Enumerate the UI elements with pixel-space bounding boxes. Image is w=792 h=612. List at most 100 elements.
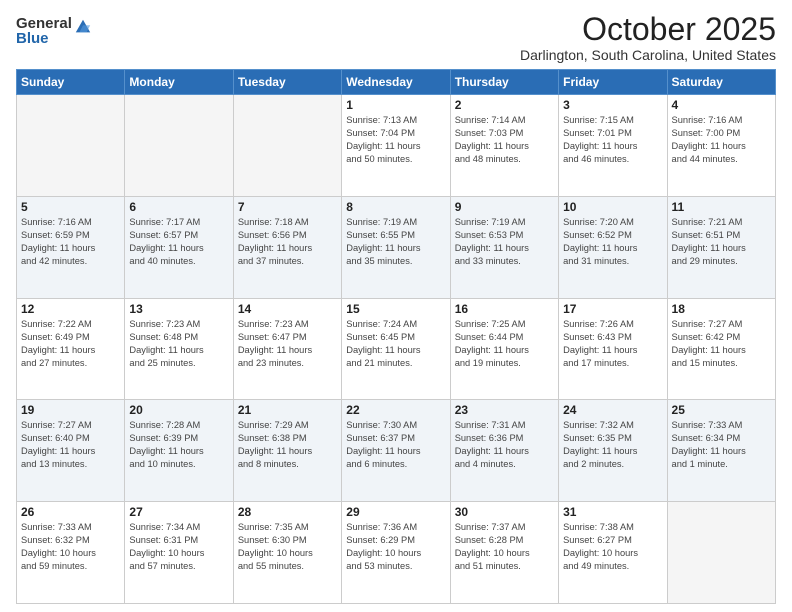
logo: General Blue [16, 16, 92, 46]
calendar-cell [667, 502, 775, 604]
col-monday: Monday [125, 70, 233, 95]
day-info: Sunrise: 7:25 AM Sunset: 6:44 PM Dayligh… [455, 318, 554, 370]
calendar-cell: 12 Sunrise: 7:22 AM Sunset: 6:49 PM Dayli… [17, 298, 125, 400]
day-number: 8 [346, 200, 445, 214]
day-number: 24 [563, 403, 662, 417]
day-number: 2 [455, 98, 554, 112]
calendar-cell: 24 Sunrise: 7:32 AM Sunset: 6:35 PM Dayli… [559, 400, 667, 502]
calendar-header-row: Sunday Monday Tuesday Wednesday Thursday… [17, 70, 776, 95]
calendar-cell: 26Sunrise: 7:33 AM Sunset: 6:32 PM Dayli… [17, 502, 125, 604]
day-number: 27 [129, 505, 228, 519]
col-friday: Friday [559, 70, 667, 95]
day-info: Sunrise: 7:26 AM Sunset: 6:43 PM Dayligh… [563, 318, 662, 370]
day-number: 23 [455, 403, 554, 417]
day-number: 4 [672, 98, 771, 112]
day-number: 3 [563, 98, 662, 112]
calendar-cell: 17Sunrise: 7:26 AM Sunset: 6:43 PM Dayli… [559, 298, 667, 400]
day-info: Sunrise: 7:23 AM Sunset: 6:47 PM Dayligh… [238, 318, 337, 370]
calendar-table: Sunday Monday Tuesday Wednesday Thursday… [16, 69, 776, 604]
day-number: 13 [129, 302, 228, 316]
calendar-cell: 2 Sunrise: 7:14 AM Sunset: 7:03 PM Daylig… [450, 95, 558, 197]
col-thursday: Thursday [450, 70, 558, 95]
col-sunday: Sunday [17, 70, 125, 95]
col-wednesday: Wednesday [342, 70, 450, 95]
day-info: Sunrise: 7:36 AM Sunset: 6:29 PM Dayligh… [346, 521, 445, 573]
header: General Blue October 2025 Darlington, So… [16, 12, 776, 63]
day-info: Sunrise: 7:18 AM Sunset: 6:56 PM Dayligh… [238, 216, 337, 268]
calendar-cell: 30 Sunrise: 7:37 AM Sunset: 6:28 PM Dayli… [450, 502, 558, 604]
title-block: October 2025 Darlington, South Carolina,… [520, 12, 776, 63]
day-number: 15 [346, 302, 445, 316]
calendar-cell: 31 Sunrise: 7:38 AM Sunset: 6:27 PM Dayli… [559, 502, 667, 604]
calendar-cell: 14 Sunrise: 7:23 AM Sunset: 6:47 PM Dayli… [233, 298, 341, 400]
calendar-week-4: 26Sunrise: 7:33 AM Sunset: 6:32 PM Dayli… [17, 502, 776, 604]
day-number: 26 [21, 505, 120, 519]
logo-text: General Blue [16, 16, 72, 46]
day-number: 14 [238, 302, 337, 316]
day-number: 1 [346, 98, 445, 112]
day-number: 16 [455, 302, 554, 316]
day-info: Sunrise: 7:17 AM Sunset: 6:57 PM Dayligh… [129, 216, 228, 268]
day-info: Sunrise: 7:21 AM Sunset: 6:51 PM Dayligh… [672, 216, 771, 268]
calendar-cell: 19Sunrise: 7:27 AM Sunset: 6:40 PM Dayli… [17, 400, 125, 502]
day-number: 18 [672, 302, 771, 316]
day-info: Sunrise: 7:19 AM Sunset: 6:55 PM Dayligh… [346, 216, 445, 268]
day-info: Sunrise: 7:38 AM Sunset: 6:27 PM Dayligh… [563, 521, 662, 573]
day-info: Sunrise: 7:35 AM Sunset: 6:30 PM Dayligh… [238, 521, 337, 573]
day-number: 11 [672, 200, 771, 214]
day-info: Sunrise: 7:33 AM Sunset: 6:34 PM Dayligh… [672, 419, 771, 471]
day-number: 28 [238, 505, 337, 519]
day-number: 31 [563, 505, 662, 519]
calendar-cell: 1 Sunrise: 7:13 AM Sunset: 7:04 PM Daylig… [342, 95, 450, 197]
calendar-cell: 29Sunrise: 7:36 AM Sunset: 6:29 PM Dayli… [342, 502, 450, 604]
calendar-week-0: 1 Sunrise: 7:13 AM Sunset: 7:04 PM Daylig… [17, 95, 776, 197]
calendar-week-3: 19Sunrise: 7:27 AM Sunset: 6:40 PM Dayli… [17, 400, 776, 502]
day-number: 30 [455, 505, 554, 519]
col-tuesday: Tuesday [233, 70, 341, 95]
calendar-cell: 25 Sunrise: 7:33 AM Sunset: 6:34 PM Dayli… [667, 400, 775, 502]
logo-general: General [16, 16, 72, 31]
day-info: Sunrise: 7:16 AM Sunset: 6:59 PM Dayligh… [21, 216, 120, 268]
day-number: 12 [21, 302, 120, 316]
calendar-cell: 20Sunrise: 7:28 AM Sunset: 6:39 PM Dayli… [125, 400, 233, 502]
calendar-cell: 5Sunrise: 7:16 AM Sunset: 6:59 PM Daylig… [17, 196, 125, 298]
day-info: Sunrise: 7:23 AM Sunset: 6:48 PM Dayligh… [129, 318, 228, 370]
day-info: Sunrise: 7:27 AM Sunset: 6:40 PM Dayligh… [21, 419, 120, 471]
day-number: 10 [563, 200, 662, 214]
logo-icon [74, 18, 92, 36]
day-info: Sunrise: 7:32 AM Sunset: 6:35 PM Dayligh… [563, 419, 662, 471]
calendar-cell: 27Sunrise: 7:34 AM Sunset: 6:31 PM Dayli… [125, 502, 233, 604]
day-number: 22 [346, 403, 445, 417]
day-info: Sunrise: 7:14 AM Sunset: 7:03 PM Dayligh… [455, 114, 554, 166]
calendar-cell: 15 Sunrise: 7:24 AM Sunset: 6:45 PM Dayli… [342, 298, 450, 400]
calendar-cell: 11 Sunrise: 7:21 AM Sunset: 6:51 PM Dayli… [667, 196, 775, 298]
calendar-cell: 22Sunrise: 7:30 AM Sunset: 6:37 PM Dayli… [342, 400, 450, 502]
day-info: Sunrise: 7:16 AM Sunset: 7:00 PM Dayligh… [672, 114, 771, 166]
calendar-cell: 18 Sunrise: 7:27 AM Sunset: 6:42 PM Dayli… [667, 298, 775, 400]
calendar-cell: 4 Sunrise: 7:16 AM Sunset: 7:00 PM Daylig… [667, 95, 775, 197]
day-info: Sunrise: 7:13 AM Sunset: 7:04 PM Dayligh… [346, 114, 445, 166]
calendar-week-2: 12 Sunrise: 7:22 AM Sunset: 6:49 PM Dayli… [17, 298, 776, 400]
logo-blue: Blue [16, 31, 72, 46]
day-info: Sunrise: 7:22 AM Sunset: 6:49 PM Dayligh… [21, 318, 120, 370]
calendar-cell: 28 Sunrise: 7:35 AM Sunset: 6:30 PM Dayli… [233, 502, 341, 604]
day-number: 25 [672, 403, 771, 417]
calendar-cell: 9Sunrise: 7:19 AM Sunset: 6:53 PM Daylig… [450, 196, 558, 298]
calendar-cell: 8 Sunrise: 7:19 AM Sunset: 6:55 PM Daylig… [342, 196, 450, 298]
calendar-cell [233, 95, 341, 197]
day-info: Sunrise: 7:31 AM Sunset: 6:36 PM Dayligh… [455, 419, 554, 471]
day-info: Sunrise: 7:20 AM Sunset: 6:52 PM Dayligh… [563, 216, 662, 268]
calendar-cell: 6 Sunrise: 7:17 AM Sunset: 6:57 PM Daylig… [125, 196, 233, 298]
calendar-cell [17, 95, 125, 197]
month-title: October 2025 [520, 12, 776, 47]
calendar-cell [125, 95, 233, 197]
day-number: 6 [129, 200, 228, 214]
day-info: Sunrise: 7:19 AM Sunset: 6:53 PM Dayligh… [455, 216, 554, 268]
day-info: Sunrise: 7:37 AM Sunset: 6:28 PM Dayligh… [455, 521, 554, 573]
calendar-cell: 23 Sunrise: 7:31 AM Sunset: 6:36 PM Dayli… [450, 400, 558, 502]
day-info: Sunrise: 7:24 AM Sunset: 6:45 PM Dayligh… [346, 318, 445, 370]
day-info: Sunrise: 7:27 AM Sunset: 6:42 PM Dayligh… [672, 318, 771, 370]
calendar-cell: 13 Sunrise: 7:23 AM Sunset: 6:48 PM Dayli… [125, 298, 233, 400]
day-info: Sunrise: 7:29 AM Sunset: 6:38 PM Dayligh… [238, 419, 337, 471]
calendar-cell: 10 Sunrise: 7:20 AM Sunset: 6:52 PM Dayli… [559, 196, 667, 298]
